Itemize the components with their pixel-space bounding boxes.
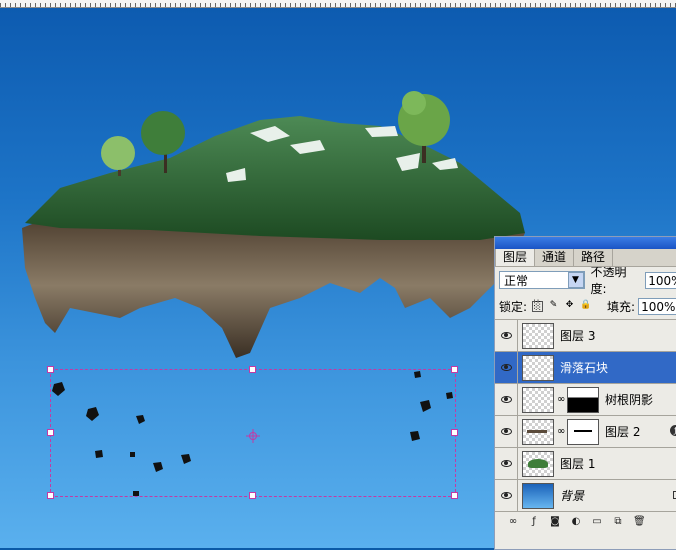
chevron-down-icon[interactable]: ▼ bbox=[567, 272, 584, 288]
transform-handle-top[interactable] bbox=[249, 366, 256, 373]
link-chain-icon[interactable]: ∞ bbox=[557, 426, 565, 437]
fill-input[interactable]: 100% bbox=[638, 297, 676, 315]
tab-channels[interactable]: 通道 bbox=[535, 249, 575, 266]
transform-handle-right[interactable] bbox=[451, 429, 458, 436]
visibility-toggle[interactable] bbox=[495, 416, 518, 447]
layer-name: 滑落石块 bbox=[560, 361, 609, 375]
panel-tabs: 图层 通道 路径 bbox=[495, 249, 676, 267]
top-ruler bbox=[0, 0, 676, 8]
eye-icon bbox=[500, 332, 512, 339]
mask-icon[interactable]: ◙ bbox=[549, 516, 561, 528]
lock-move-icon[interactable]: ✥ bbox=[564, 300, 575, 312]
blend-row: 正常 ▼ 不透明度: 100% bbox=[495, 265, 676, 296]
layer-mask-thumbnail[interactable] bbox=[567, 386, 599, 413]
eye-icon bbox=[500, 460, 512, 467]
layers-panel-bottom-bar: ∞ ƒ ◙ ◐ ▭ ⧉ 🗑 bbox=[495, 512, 676, 532]
eye-icon bbox=[500, 396, 512, 403]
transform-handle-bottom[interactable] bbox=[249, 492, 256, 499]
thumb-content bbox=[527, 429, 547, 433]
layer-row-layer1[interactable]: 图层 1 bbox=[495, 448, 676, 480]
layer-list: 图层 3 滑落石块 ∞ 树根阴影 ∞ 图层 2 ƒ 图层 1 背景 bbox=[495, 320, 676, 512]
tab-layers[interactable]: 图层 bbox=[495, 249, 536, 266]
visibility-toggle[interactable] bbox=[495, 352, 518, 383]
transform-handle-bottom-left[interactable] bbox=[47, 492, 54, 499]
visibility-toggle[interactable] bbox=[495, 384, 518, 415]
adjustment-icon[interactable]: ◐ bbox=[570, 516, 582, 528]
transform-handle-left[interactable] bbox=[47, 429, 54, 436]
transform-handle-top-right[interactable] bbox=[451, 366, 458, 373]
layer-row-falling-rocks[interactable]: 滑落石块 bbox=[495, 352, 676, 384]
layer-name: 背景 bbox=[560, 489, 585, 503]
layer-name: 树根阴影 bbox=[605, 393, 654, 407]
layer-mask-thumbnail[interactable] bbox=[567, 418, 599, 445]
layers-panel: 图层 通道 路径 正常 ▼ 不透明度: 100% 锁定: ░ ✎ ✥ 🔒 填充:… bbox=[494, 236, 676, 550]
transform-center-icon[interactable] bbox=[246, 429, 260, 443]
fx-icon[interactable]: ƒ bbox=[670, 425, 676, 436]
new-layer-icon[interactable]: ⧉ bbox=[612, 516, 624, 528]
tab-paths[interactable]: 路径 bbox=[574, 249, 614, 266]
opacity-input[interactable]: 100% bbox=[645, 271, 676, 289]
fill-label: 填充: bbox=[607, 299, 636, 314]
layer-row-layer3[interactable]: 图层 3 bbox=[495, 320, 676, 352]
lock-all-icon[interactable]: 🔒 bbox=[580, 300, 591, 312]
layer-name: 图层 3 bbox=[560, 329, 596, 343]
trash-icon[interactable]: 🗑 bbox=[633, 516, 646, 528]
layer-row-background[interactable]: 背景 bbox=[495, 480, 676, 512]
lock-brush-icon[interactable]: ✎ bbox=[548, 300, 559, 312]
link-chain-icon[interactable]: ∞ bbox=[557, 394, 565, 405]
link-icon[interactable]: ∞ bbox=[507, 516, 519, 528]
layer-thumbnail bbox=[522, 322, 554, 349]
transform-handle-top-left[interactable] bbox=[47, 366, 54, 373]
folder-icon[interactable]: ▭ bbox=[591, 516, 603, 528]
fx-icon[interactable]: ƒ bbox=[528, 516, 540, 528]
thumb-content bbox=[528, 458, 548, 468]
mask-content bbox=[574, 429, 592, 432]
lock-label: 锁定: bbox=[499, 299, 528, 314]
visibility-toggle[interactable] bbox=[495, 320, 518, 351]
visibility-toggle[interactable] bbox=[495, 480, 518, 511]
layer-thumbnail bbox=[522, 450, 554, 477]
blend-mode-select[interactable]: 正常 ▼ bbox=[499, 271, 585, 289]
panel-titlebar[interactable] bbox=[495, 237, 676, 249]
eye-icon bbox=[500, 428, 512, 435]
layer-row-layer2[interactable]: ∞ 图层 2 ƒ bbox=[495, 416, 676, 448]
lock-row: 锁定: ░ ✎ ✥ 🔒 填充: 100% bbox=[495, 293, 676, 320]
layer-thumbnail bbox=[522, 418, 554, 445]
layer-row-root-shadow[interactable]: ∞ 树根阴影 bbox=[495, 384, 676, 416]
layer-thumbnail bbox=[522, 482, 554, 509]
lock-transparency-icon[interactable]: ░ bbox=[532, 300, 544, 312]
layer-name: 图层 1 bbox=[560, 457, 596, 471]
eye-icon bbox=[500, 492, 512, 499]
layer-thumbnail bbox=[522, 386, 554, 413]
layer-thumbnail bbox=[522, 354, 554, 381]
eye-icon bbox=[500, 364, 512, 371]
visibility-toggle[interactable] bbox=[495, 448, 518, 479]
opacity-label: 不透明度: bbox=[590, 265, 627, 296]
blend-mode-value: 正常 bbox=[504, 273, 529, 288]
transform-handle-bottom-right[interactable] bbox=[451, 492, 458, 499]
layer-name: 图层 2 bbox=[605, 425, 641, 439]
